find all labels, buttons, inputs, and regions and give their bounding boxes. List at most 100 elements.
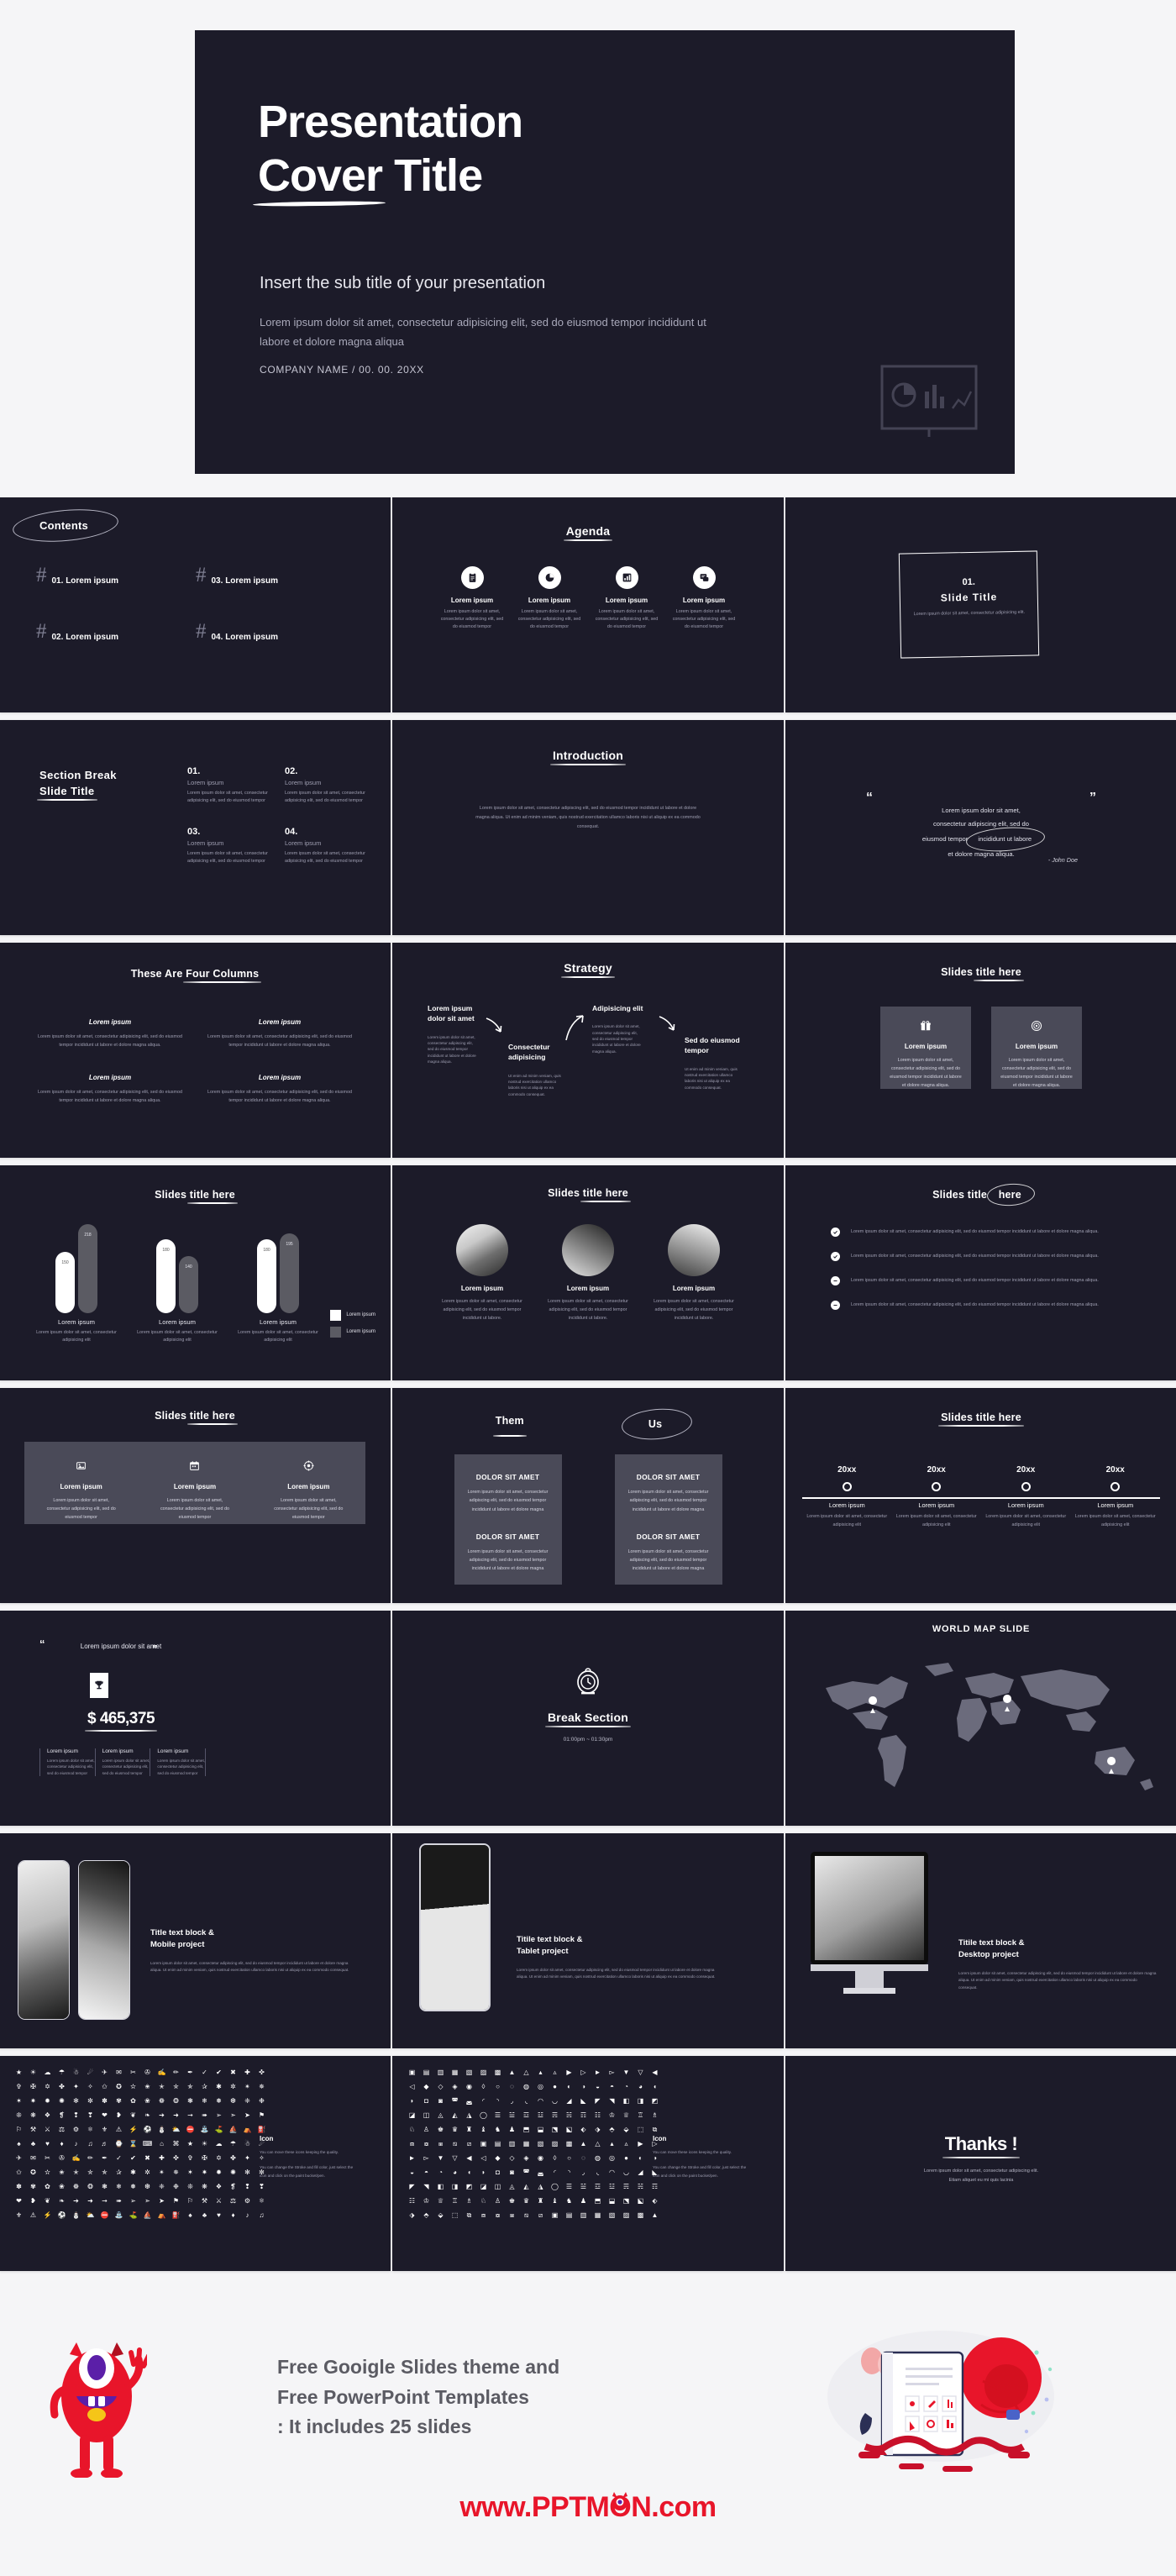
- sheet-icon[interactable]: ✦: [243, 2153, 252, 2163]
- photo-item[interactable]: Lorem ipsum Lorem ipsum dolor sit amet, …: [654, 1224, 734, 1322]
- sheet-icon[interactable]: ➔: [157, 2111, 166, 2120]
- sheet-icon[interactable]: ✏: [86, 2153, 95, 2163]
- sheet-icon[interactable]: ✞: [14, 2082, 24, 2091]
- feature-card[interactable]: Lorem ipsum Lorem ipsum dolor sit amet, …: [991, 1007, 1082, 1089]
- sheet-icon[interactable]: ◣: [579, 2096, 588, 2105]
- sheet-icon[interactable]: ☱: [507, 2111, 517, 2120]
- sheet-icon[interactable]: ➜: [86, 2196, 95, 2205]
- sheet-icon[interactable]: ♖: [636, 2111, 645, 2120]
- sheet-icon[interactable]: ◑: [579, 2082, 588, 2091]
- sheet-icon[interactable]: ▵: [550, 2068, 559, 2077]
- sheet-icon[interactable]: ♕: [436, 2196, 445, 2205]
- sheet-icon[interactable]: ⛳: [214, 2125, 223, 2134]
- sheet-icon[interactable]: ◍: [522, 2082, 531, 2091]
- sheet-icon[interactable]: ⬘: [607, 2125, 617, 2134]
- sheet-icon[interactable]: ►: [593, 2068, 602, 2077]
- feature-card[interactable]: Lorem ipsum Lorem ipsum dolor sit amet, …: [24, 1442, 138, 1524]
- sheet-icon[interactable]: ✵: [257, 2082, 266, 2091]
- sheet-icon[interactable]: ◢: [564, 2096, 574, 2105]
- sheet-icon[interactable]: ⬚: [450, 2211, 459, 2220]
- sheet-icon[interactable]: ◢: [636, 2168, 645, 2177]
- sheet-icon[interactable]: ◔: [622, 2082, 631, 2091]
- sheet-icon[interactable]: ☳: [607, 2182, 617, 2191]
- strategy-step[interactable]: Adipisicing elit Lorem ipsum dolor sit a…: [592, 1003, 644, 1054]
- sheet-icon[interactable]: ◇: [436, 2082, 445, 2091]
- sheet-icon[interactable]: ☵: [636, 2182, 645, 2191]
- sheet-icon[interactable]: ☃: [243, 2139, 252, 2148]
- sheet-icon[interactable]: ◠: [536, 2096, 545, 2105]
- sheet-icon[interactable]: ♦: [228, 2211, 238, 2220]
- sheet-icon[interactable]: ✿: [43, 2182, 52, 2191]
- sheet-icon[interactable]: ◎: [607, 2153, 617, 2163]
- contents-item[interactable]: # 01. Lorem ipsum: [36, 565, 196, 586]
- sheet-icon[interactable]: ➠: [200, 2111, 209, 2120]
- sheet-icon[interactable]: ☁: [43, 2068, 52, 2077]
- sheet-icon[interactable]: ✠: [200, 2153, 209, 2163]
- slide-them-us[interactable]: Them Us DOLOR SIT AMET Lorem ipsum dolor…: [392, 1388, 784, 1603]
- slide-contents[interactable]: Contents # 01. Lorem ipsum # 03. Lorem i…: [0, 497, 391, 712]
- sheet-icon[interactable]: ⬗: [407, 2211, 417, 2220]
- sheet-icon[interactable]: ♟: [507, 2125, 517, 2134]
- slide-introduction[interactable]: Introduction Lorem ipsum dolor sit amet,…: [392, 720, 784, 935]
- sheet-icon[interactable]: ♠: [186, 2211, 195, 2220]
- sheet-icon[interactable]: ♬: [100, 2139, 109, 2148]
- sheet-icon[interactable]: ◮: [465, 2111, 474, 2120]
- sheet-icon[interactable]: ☶: [579, 2111, 588, 2120]
- agenda-item[interactable]: Lorem ipsum Lorem ipsum dolor sit amet, …: [671, 566, 737, 631]
- sheet-icon[interactable]: ◜: [479, 2096, 488, 2105]
- sheet-icon[interactable]: ◧: [622, 2096, 631, 2105]
- sheet-icon[interactable]: ⚙: [243, 2196, 252, 2205]
- sheet-icon[interactable]: ⛵: [228, 2125, 238, 2134]
- sheet-icon[interactable]: ☰: [493, 2111, 502, 2120]
- promo-url[interactable]: www.PPTMON.com: [0, 2491, 1176, 2524]
- sheet-icon[interactable]: ⚡: [129, 2125, 138, 2134]
- sheet-icon[interactable]: ▣: [550, 2211, 559, 2220]
- section-break-item[interactable]: 02. Lorem ipsum Lorem ipsum dolor sit am…: [285, 766, 370, 805]
- sheet-icon[interactable]: ⛅: [171, 2125, 181, 2134]
- sheet-icon[interactable]: ◈: [522, 2153, 531, 2163]
- sheet-icon[interactable]: ▶: [564, 2068, 574, 2077]
- sheet-icon[interactable]: ⬒: [522, 2125, 531, 2134]
- sheet-icon[interactable]: ▵: [622, 2139, 631, 2148]
- sheet-icon[interactable]: ⚜: [100, 2125, 109, 2134]
- sheet-icon[interactable]: ⛅: [86, 2211, 95, 2220]
- sheet-icon[interactable]: ♫: [86, 2139, 95, 2148]
- sheet-icon[interactable]: ✔: [129, 2153, 138, 2163]
- sheet-icon[interactable]: ➞: [100, 2196, 109, 2205]
- sheet-icon[interactable]: ✯: [186, 2082, 195, 2091]
- sheet-icon[interactable]: ✱: [214, 2082, 223, 2091]
- sheet-icon[interactable]: ♔: [607, 2111, 617, 2120]
- sheet-icon[interactable]: ◭: [522, 2182, 531, 2191]
- sheet-icon[interactable]: ⚜: [14, 2211, 24, 2220]
- sheet-icon[interactable]: ➠: [114, 2196, 123, 2205]
- sheet-icon[interactable]: ◝: [564, 2168, 574, 2177]
- sheet-icon[interactable]: ⚽: [57, 2211, 66, 2220]
- sheet-icon[interactable]: ⚙: [71, 2125, 81, 2134]
- stat-column[interactable]: Lorem ipsum Lorem ipsum dolor sit amet, …: [150, 1748, 207, 1777]
- sheet-icon[interactable]: ➤: [243, 2111, 252, 2120]
- them-card[interactable]: DOLOR SIT AMET Lorem ipsum dolor sit ame…: [454, 1454, 562, 1585]
- sheet-icon[interactable]: ►: [407, 2153, 417, 2163]
- sheet-icon[interactable]: ✤: [228, 2153, 238, 2163]
- sheet-icon[interactable]: ✖: [143, 2153, 152, 2163]
- sheet-icon[interactable]: ❦: [43, 2196, 52, 2205]
- sheet-icon[interactable]: ☄: [86, 2068, 95, 2077]
- sheet-icon[interactable]: ⚡: [43, 2211, 52, 2220]
- sheet-icon[interactable]: ◘: [493, 2168, 502, 2177]
- sheet-icon[interactable]: ⛵: [143, 2211, 152, 2220]
- sheet-icon[interactable]: ♕: [622, 2111, 631, 2120]
- sheet-icon[interactable]: ◯: [550, 2182, 559, 2191]
- agenda-item[interactable]: Lorem ipsum Lorem ipsum dolor sit amet, …: [594, 566, 659, 631]
- sheet-icon[interactable]: ☷: [593, 2111, 602, 2120]
- sheet-icon[interactable]: ✭: [71, 2168, 81, 2177]
- sheet-icon[interactable]: ✧: [86, 2082, 95, 2091]
- sheet-icon[interactable]: ✾: [29, 2182, 38, 2191]
- sheet-icon[interactable]: ✇: [57, 2153, 66, 2163]
- sheet-icon[interactable]: ☷: [407, 2196, 417, 2205]
- sheet-icon[interactable]: ▩: [636, 2211, 645, 2220]
- sheet-icon[interactable]: ✾: [114, 2096, 123, 2105]
- sheet-icon[interactable]: ⧆: [436, 2139, 445, 2148]
- sheet-icon[interactable]: ⧆: [507, 2211, 517, 2220]
- sheet-icon[interactable]: ✡: [43, 2082, 52, 2091]
- sheet-icon[interactable]: ◞: [579, 2168, 588, 2177]
